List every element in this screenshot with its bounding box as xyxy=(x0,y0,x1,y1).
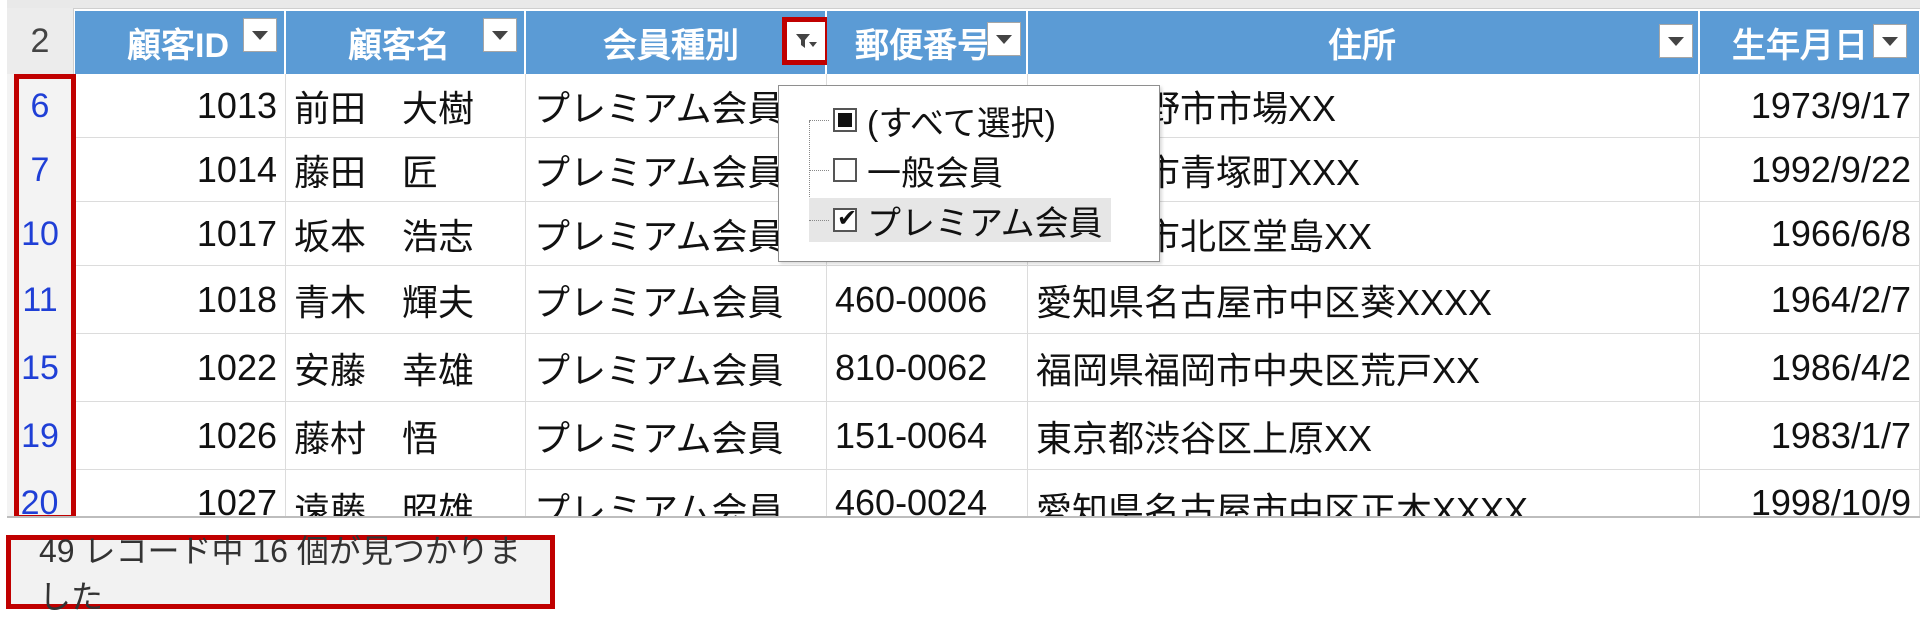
cell-birthdate[interactable]: 1964/2/7 xyxy=(1700,266,1920,334)
header-label: 住所 xyxy=(1328,27,1396,65)
chevron-down-icon xyxy=(1668,36,1684,46)
checkbox-checked[interactable] xyxy=(833,204,857,232)
row-number[interactable]: 11 xyxy=(7,266,74,335)
cell-id[interactable]: 1017 xyxy=(75,202,286,266)
filter-option-label: プレミアム会員 xyxy=(867,204,1103,243)
cell-birthdate[interactable]: 1986/4/2 xyxy=(1700,334,1920,402)
header-label: 会員種別 xyxy=(603,27,739,65)
cell-id[interactable]: 1018 xyxy=(75,266,286,334)
status-bar-record-count: 49 レコード中 16 個が見つかりました xyxy=(6,533,555,615)
filter-option-select-all[interactable]: (すべて選択) xyxy=(809,98,1056,143)
row-number[interactable]: 15 xyxy=(7,334,74,403)
cell-name[interactable]: 坂本 浩志 xyxy=(286,202,526,266)
row-number[interactable]: 10 xyxy=(7,202,74,267)
cell-postal-code[interactable]: 460-0024 xyxy=(827,470,1028,516)
cell-address[interactable]: 福岡県福岡市中央区荒戸XX xyxy=(1028,334,1700,402)
cell-postal-code[interactable]: 151-0064 xyxy=(827,402,1028,470)
header-label: 郵便番号 xyxy=(855,27,991,65)
cell-postal-code[interactable]: 810-0062 xyxy=(827,334,1028,402)
customer-id-filter-button[interactable] xyxy=(243,18,277,52)
cell-birthdate[interactable]: 1973/9/17 xyxy=(1700,74,1920,138)
cell-address[interactable]: 愛知県名古屋市中区正木XXXX xyxy=(1028,470,1700,516)
row-number[interactable]: 6 xyxy=(7,74,74,139)
cell-birthdate[interactable]: 1992/9/22 xyxy=(1700,138,1920,202)
header-member-type: 会員種別 xyxy=(526,11,826,74)
row-number[interactable]: 7 xyxy=(7,138,74,203)
cell-id[interactable]: 1013 xyxy=(75,74,286,138)
header-address: 住所 xyxy=(1028,11,1699,74)
row-header-corner[interactable]: 2 xyxy=(7,8,74,75)
tree-connector xyxy=(809,219,829,221)
cell-name[interactable]: 青木 輝夫 xyxy=(286,266,526,334)
top-strip xyxy=(7,0,1920,9)
tree-connector xyxy=(809,169,829,171)
cell-address[interactable]: 東京都渋谷区上原XX xyxy=(1028,402,1700,470)
cell-birthdate[interactable]: 1983/1/7 xyxy=(1700,402,1920,470)
cell-name[interactable]: 前田 大樹 xyxy=(286,74,526,138)
chevron-down-icon xyxy=(996,34,1012,44)
cell-name[interactable]: 藤村 悟 xyxy=(286,402,526,470)
cell-member-type[interactable]: プレミアム会員 xyxy=(526,402,827,470)
chevron-down-icon xyxy=(492,30,508,40)
status-text: 49 レコード中 16 個が見つかりました xyxy=(39,533,521,615)
postal-code-filter-button[interactable] xyxy=(987,22,1021,56)
chevron-down-icon xyxy=(1882,36,1898,46)
cell-name[interactable]: 安藤 幸雄 xyxy=(286,334,526,402)
chevron-down-icon xyxy=(252,30,268,40)
cell-member-type[interactable]: プレミアム会員 xyxy=(526,470,827,516)
cell-birthdate[interactable]: 1966/6/8 xyxy=(1700,202,1920,266)
address-filter-button[interactable] xyxy=(1659,24,1693,58)
row-number[interactable]: 20 xyxy=(7,470,73,516)
member-type-filter-button[interactable] xyxy=(782,17,830,65)
cell-id[interactable]: 1026 xyxy=(75,402,286,470)
filter-option-label: 一般会員 xyxy=(867,154,1003,193)
cell-birthdate[interactable]: 1998/10/9 xyxy=(1700,470,1920,516)
filter-icon xyxy=(796,34,817,48)
header-label: 生年月日 xyxy=(1732,27,1868,65)
checkbox-unchecked[interactable] xyxy=(833,158,857,182)
cell-member-type[interactable]: プレミアム会員 xyxy=(526,266,827,334)
filter-option-premium[interactable]: プレミアム会員 xyxy=(809,198,1111,243)
filter-option-label: (すべて選択) xyxy=(867,104,1056,143)
spreadsheet-grid: 2 顧客ID 顧客名 会員種別 郵便番号 住所 生年月日 6 1013 前田 大… xyxy=(7,0,1920,518)
filter-option-general[interactable]: 一般会員 xyxy=(809,148,1003,193)
cell-name[interactable]: 藤田 匠 xyxy=(286,138,526,202)
member-type-filter-dropdown[interactable]: (すべて選択) 一般会員 プレミアム会員 xyxy=(778,85,1160,262)
checkbox-partial[interactable] xyxy=(833,108,857,132)
cell-member-type[interactable]: プレミアム会員 xyxy=(526,334,827,402)
header-label: 顧客名 xyxy=(348,27,450,65)
cell-id[interactable]: 1014 xyxy=(75,138,286,202)
header-label: 顧客ID xyxy=(127,27,229,65)
customer-name-filter-button[interactable] xyxy=(483,18,517,52)
cell-address[interactable]: 愛知県名古屋市中区葵XXXX xyxy=(1028,266,1700,334)
birthdate-filter-button[interactable] xyxy=(1873,24,1907,58)
row-number[interactable]: 19 xyxy=(7,402,74,471)
cell-id[interactable]: 1027 xyxy=(75,470,286,516)
cell-postal-code[interactable]: 460-0006 xyxy=(827,266,1028,334)
cell-name[interactable]: 遠藤 昭雄 xyxy=(286,470,526,516)
cell-id[interactable]: 1022 xyxy=(75,334,286,402)
tree-connector xyxy=(809,119,829,121)
